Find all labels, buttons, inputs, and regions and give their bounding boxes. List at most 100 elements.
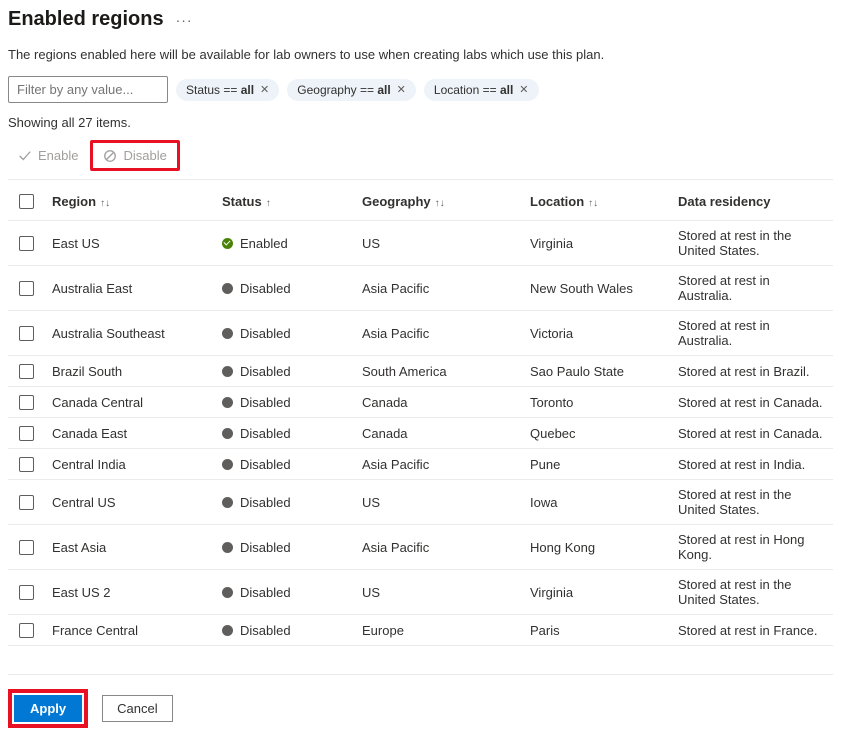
cell-status: Disabled: [214, 266, 354, 311]
disabled-icon: [222, 587, 233, 598]
header-status[interactable]: Status↑: [214, 180, 354, 221]
cell-residency: Stored at rest in the United States.: [670, 221, 833, 266]
cell-location: Hong Kong: [522, 525, 670, 570]
cell-geography: Canada: [354, 418, 522, 449]
cell-location: Toronto: [522, 387, 670, 418]
sort-icon: ↑↓: [588, 198, 598, 209]
cell-residency: Stored at rest in Canada.: [670, 387, 833, 418]
table-row: Australia East Disabled Asia Pacific New…: [8, 266, 833, 311]
disable-highlight: Disable: [90, 140, 179, 171]
row-checkbox[interactable]: [19, 457, 34, 472]
row-checkbox[interactable]: [19, 326, 34, 341]
cell-geography: Canada: [354, 387, 522, 418]
table-row: Central India Disabled Asia Pacific Pune…: [8, 449, 833, 480]
row-checkbox[interactable]: [19, 540, 34, 555]
row-checkbox[interactable]: [19, 623, 34, 638]
close-icon[interactable]: ✕: [397, 83, 406, 96]
disabled-icon: [222, 428, 233, 439]
header-region[interactable]: Region↑↓: [44, 180, 214, 221]
filter-row: Status == all✕ Geography == all✕ Location …: [8, 76, 833, 103]
header-location[interactable]: Location↑↓: [522, 180, 670, 221]
header-geography[interactable]: Geography↑↓: [354, 180, 522, 221]
cell-residency: Stored at rest in India.: [670, 449, 833, 480]
select-all-checkbox[interactable]: [19, 194, 34, 209]
row-checkbox[interactable]: [19, 495, 34, 510]
filter-pill[interactable]: Geography == all✕: [287, 79, 416, 101]
disabled-icon: [222, 328, 233, 339]
row-checkbox[interactable]: [19, 426, 34, 441]
cell-geography: Asia Pacific: [354, 311, 522, 356]
disabled-icon: [222, 497, 233, 508]
cell-region: France Central: [44, 615, 214, 646]
row-checkbox[interactable]: [19, 236, 34, 251]
cancel-button[interactable]: Cancel: [102, 695, 172, 722]
cell-region: Central India: [44, 449, 214, 480]
cell-status: Enabled: [214, 221, 354, 266]
disable-label: Disable: [123, 148, 166, 163]
cell-region: East US 2: [44, 570, 214, 615]
action-row: Enable Disable: [8, 140, 833, 171]
table-row: Canada East Disabled Canada Quebec Store…: [8, 418, 833, 449]
prohibit-icon: [103, 149, 117, 163]
apply-highlight: Apply: [8, 689, 88, 728]
page-title: Enabled regions: [8, 8, 164, 31]
row-checkbox[interactable]: [19, 395, 34, 410]
cell-status: Disabled: [214, 311, 354, 356]
cell-geography: Asia Pacific: [354, 525, 522, 570]
close-icon[interactable]: ✕: [260, 83, 269, 96]
cell-region: Central US: [44, 480, 214, 525]
sort-icon: ↑↓: [435, 198, 445, 209]
cell-geography: US: [354, 221, 522, 266]
table-row: East US 2 Disabled US Virginia Stored at…: [8, 570, 833, 615]
regions-table: Region↑↓ Status↑ Geography↑↓ Location↑↓ …: [8, 179, 833, 646]
header-residency[interactable]: Data residency: [670, 180, 833, 221]
cell-geography: Asia Pacific: [354, 449, 522, 480]
filter-pill[interactable]: Status == all✕: [176, 79, 279, 101]
disabled-icon: [222, 625, 233, 636]
cell-location: Pune: [522, 449, 670, 480]
cell-region: Brazil South: [44, 356, 214, 387]
sort-icon: ↑↓: [100, 198, 110, 209]
cell-geography: South America: [354, 356, 522, 387]
cell-location: New South Wales: [522, 266, 670, 311]
cell-region: Canada Central: [44, 387, 214, 418]
cell-location: Sao Paulo State: [522, 356, 670, 387]
items-count: Showing all 27 items.: [8, 115, 833, 130]
cell-geography: US: [354, 480, 522, 525]
more-icon[interactable]: ···: [176, 12, 193, 28]
enable-button[interactable]: Enable: [8, 143, 88, 168]
disabled-icon: [222, 283, 233, 294]
cell-location: Quebec: [522, 418, 670, 449]
cell-geography: US: [354, 570, 522, 615]
cell-location: Iowa: [522, 480, 670, 525]
row-checkbox[interactable]: [19, 585, 34, 600]
cell-status: Disabled: [214, 356, 354, 387]
filter-input[interactable]: [8, 76, 168, 103]
cell-status: Disabled: [214, 480, 354, 525]
table-row: Central US Disabled US Iowa Stored at re…: [8, 480, 833, 525]
pill-label: Location == all: [434, 83, 513, 97]
apply-button[interactable]: Apply: [14, 695, 82, 722]
table-row: East Asia Disabled Asia Pacific Hong Kon…: [8, 525, 833, 570]
cell-location: Virginia: [522, 221, 670, 266]
cell-region: East US: [44, 221, 214, 266]
disabled-icon: [222, 397, 233, 408]
description-text: The regions enabled here will be availab…: [8, 47, 833, 62]
close-icon[interactable]: ✕: [519, 83, 528, 96]
cell-region: East Asia: [44, 525, 214, 570]
cell-region: Australia East: [44, 266, 214, 311]
disable-button[interactable]: Disable: [93, 143, 176, 168]
row-checkbox[interactable]: [19, 364, 34, 379]
cell-residency: Stored at rest in Canada.: [670, 418, 833, 449]
check-icon: [18, 149, 32, 163]
cell-geography: Europe: [354, 615, 522, 646]
row-checkbox[interactable]: [19, 281, 34, 296]
cell-residency: Stored at rest in Brazil.: [670, 356, 833, 387]
filter-pill[interactable]: Location == all ✕: [424, 79, 539, 101]
disabled-icon: [222, 366, 233, 377]
table-row: East US Enabled US Virginia Stored at re…: [8, 221, 833, 266]
cell-region: Australia Southeast: [44, 311, 214, 356]
cell-location: Virginia: [522, 570, 670, 615]
cell-geography: Asia Pacific: [354, 266, 522, 311]
sort-up-icon: ↑: [266, 198, 271, 209]
